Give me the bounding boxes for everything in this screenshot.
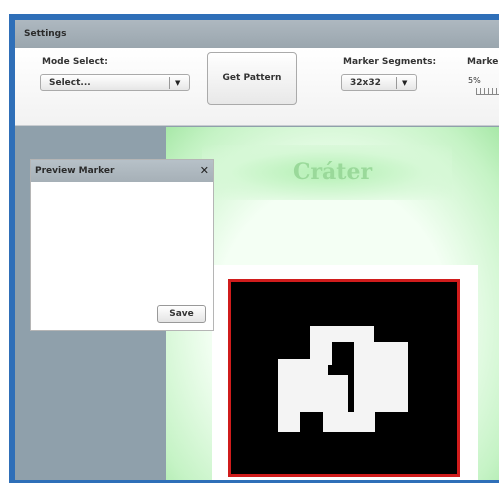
- save-button[interactable]: Save: [157, 305, 206, 323]
- marker-segments-value: 32x32: [350, 78, 381, 88]
- mode-select-label: Mode Select:: [42, 57, 108, 67]
- marker-canvas: Cráter: [166, 127, 499, 480]
- settings-title: Settings: [15, 20, 499, 48]
- marker-segments-dropdown[interactable]: 32x32 ▼: [341, 74, 417, 91]
- preview-marker-title: Preview Marker: [35, 166, 115, 176]
- marker-size-slider[interactable]: [476, 88, 499, 95]
- mode-select-value: Select...: [49, 78, 91, 88]
- page-title: Cráter: [292, 159, 373, 185]
- mode-select-dropdown[interactable]: Select... ▼: [40, 74, 190, 91]
- preview-marker-panel: Preview Marker ✕ Save: [30, 159, 214, 331]
- marker-segments-label: Marker Segments:: [343, 57, 437, 67]
- settings-panel: Settings Mode Select: Select... ▼ Get Pa…: [15, 20, 499, 126]
- marker-size-value: 5%: [468, 76, 481, 85]
- preview-marker-header: Preview Marker ✕: [31, 160, 213, 182]
- chevron-down-icon: ▼: [175, 79, 181, 87]
- get-pattern-button[interactable]: Get Pattern: [207, 52, 297, 105]
- chevron-down-icon: ▼: [402, 79, 408, 87]
- app-window: Settings Mode Select: Select... ▼ Get Pa…: [15, 20, 499, 480]
- marker-pattern: [228, 279, 460, 477]
- settings-body: Mode Select: Select... ▼ Get Pattern Mar…: [15, 48, 499, 125]
- close-icon[interactable]: ✕: [200, 160, 209, 182]
- marker-size-label: Marke: [467, 57, 499, 67]
